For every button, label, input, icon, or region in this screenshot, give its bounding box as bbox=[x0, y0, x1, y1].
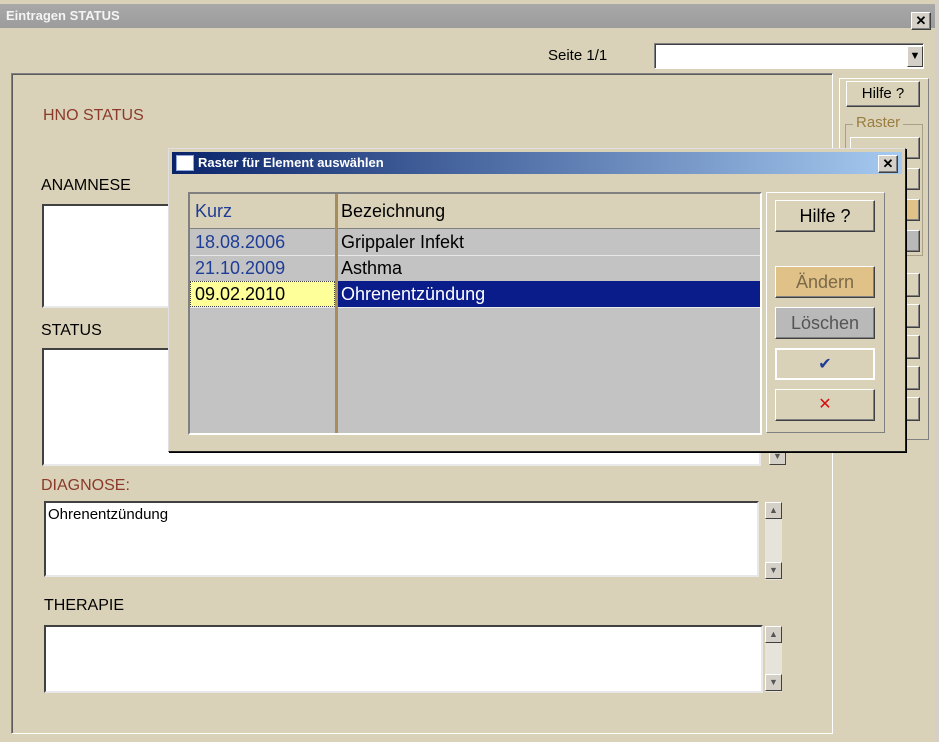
hilfe-button[interactable]: Hilfe ? bbox=[846, 81, 920, 107]
diagnose-scroll-down-icon[interactable]: ▼ bbox=[765, 562, 782, 579]
anamnese-label: ANAMNESE bbox=[41, 177, 131, 194]
window-icon bbox=[176, 155, 194, 171]
close-icon[interactable]: ✕ bbox=[878, 155, 898, 173]
column-header-kurz[interactable]: Kurz bbox=[195, 201, 232, 222]
window-title: Eintragen STATUS bbox=[6, 8, 120, 23]
ok-check-icon[interactable]: ✔ bbox=[775, 348, 875, 380]
grid-header: Kurz Bezeichnung bbox=[190, 194, 760, 229]
status-label: STATUS bbox=[41, 322, 102, 339]
main-titlebar: Eintragen STATUS ✕ bbox=[0, 4, 935, 30]
raster-dialog: Raster für Element auswählen ✕ Kurz Beze… bbox=[168, 148, 906, 452]
column-header-bezeichnung[interactable]: Bezeichnung bbox=[341, 201, 445, 222]
dropdown-arrow-icon[interactable]: ▼ bbox=[907, 46, 923, 67]
hilfe-button[interactable]: Hilfe ? bbox=[775, 200, 875, 232]
aendern-button[interactable]: Ändern bbox=[775, 266, 875, 298]
row-kurz: 21.10.2009 bbox=[195, 258, 286, 278]
row-bezeichnung: Ohrenentzündung bbox=[341, 284, 486, 304]
loeschen-button[interactable]: Löschen bbox=[775, 307, 875, 339]
diagnose-scroll-up-icon[interactable]: ▲ bbox=[765, 502, 782, 519]
dialog-title: Raster für Element auswählen bbox=[198, 155, 384, 170]
therapie-label: THERAPIE bbox=[44, 597, 125, 614]
diagnose-label: DIAGNOSE: bbox=[41, 477, 130, 494]
therapie-field[interactable] bbox=[44, 625, 763, 693]
raster-grid[interactable]: Kurz Bezeichnung 18.08.2006 Grippaler In… bbox=[188, 192, 762, 435]
table-row-selected[interactable]: 09.02.2010 Ohrenentzündung bbox=[190, 281, 760, 308]
dialog-titlebar: Raster für Element auswählen ✕ bbox=[172, 152, 902, 174]
row-kurz: 09.02.2010 bbox=[195, 284, 286, 304]
table-row[interactable]: 18.08.2006 Grippaler Infekt bbox=[190, 229, 760, 256]
close-icon[interactable]: ✕ bbox=[911, 12, 931, 30]
row-bezeichnung: Grippaler Infekt bbox=[341, 232, 465, 252]
raster-group-label: Raster bbox=[853, 114, 904, 131]
row-kurz: 18.08.2006 bbox=[195, 232, 286, 252]
column-divider[interactable] bbox=[335, 194, 338, 433]
page-indicator: Seite 1/1 bbox=[548, 47, 608, 64]
diagnose-field[interactable]: Ohrenentzündung bbox=[44, 501, 759, 577]
therapie-scroll-down-icon[interactable]: ▼ bbox=[765, 674, 782, 691]
table-row[interactable]: 21.10.2009 Asthma bbox=[190, 255, 760, 282]
row-bezeichnung: Asthma bbox=[341, 258, 403, 278]
form-heading: HNO STATUS bbox=[43, 107, 144, 124]
therapie-scroll-up-icon[interactable]: ▲ bbox=[765, 626, 782, 643]
page-select[interactable] bbox=[654, 43, 924, 69]
cancel-x-icon[interactable]: ✕ bbox=[775, 389, 875, 421]
